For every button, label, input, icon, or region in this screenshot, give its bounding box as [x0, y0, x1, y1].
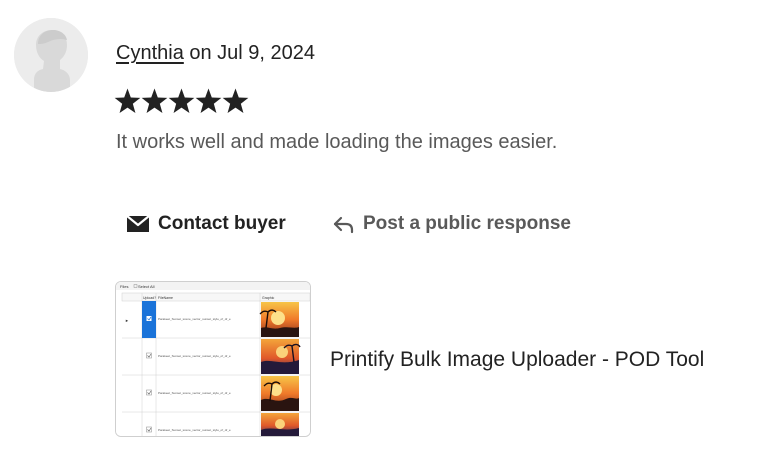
thumb-toolbar-files: Files [120, 284, 128, 289]
star-icon [114, 88, 141, 113]
thumb-row-text-2: Parakeet_Sunset_scene_vector_sunset_styl… [158, 354, 231, 358]
svg-text:►: ► [125, 318, 129, 323]
reviewer-avatar[interactable] [14, 18, 88, 92]
review-byline: Cynthia on Jul 9, 2024 [116, 40, 315, 66]
review-date: on Jul 9, 2024 [183, 42, 316, 64]
default-user-avatar-icon [14, 18, 88, 92]
listing-thumbnail[interactable]: Files Select All Upload? FileName Graphi… [115, 281, 311, 437]
reviewer-name-link[interactable]: Cynthia [116, 42, 184, 64]
listing-screenshot-image: Files Select All Upload? FileName Graphi… [116, 282, 310, 436]
thumb-col-filename: FileName [158, 296, 173, 300]
listing-title-link[interactable]: Printify Bulk Image Uploader - POD Tool [330, 346, 704, 374]
envelope-icon [126, 215, 150, 232]
contact-buyer-button[interactable]: Contact buyer [126, 209, 286, 239]
star-icon [141, 88, 168, 113]
reply-arrow-icon [333, 216, 354, 234]
star-rating [114, 88, 249, 115]
post-public-response-label: Post a public response [363, 213, 571, 234]
star-icon [195, 88, 222, 113]
star-icon [222, 88, 249, 113]
thumb-toolbar-select-all: Select All [138, 284, 155, 289]
thumb-col-upload: Upload? [143, 296, 156, 300]
star-icon [168, 88, 195, 113]
thumb-col-graphic: Graphic [262, 296, 275, 300]
thumb-row-text-1: Parakeet_Sunset_scene_vector_sunset_styl… [158, 317, 231, 321]
thumb-row-text-4: Parakeet_Sunset_scene_vector_sunset_styl… [158, 428, 231, 432]
review-text: It works well and made loading the image… [116, 131, 558, 153]
thumb-row-text-3: Parakeet_Sunset_scene_vector_sunset_styl… [158, 391, 231, 395]
post-public-response-button[interactable]: Post a public response [333, 209, 571, 239]
contact-buyer-label: Contact buyer [158, 213, 286, 234]
